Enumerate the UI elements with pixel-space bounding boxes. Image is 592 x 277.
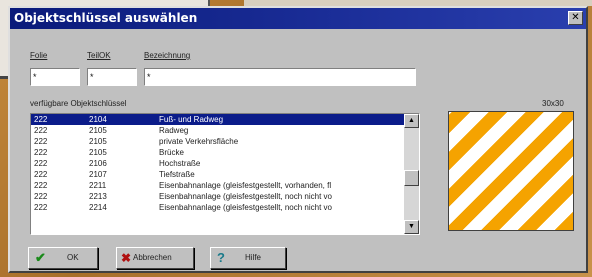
close-button[interactable]: ✕ [568, 11, 583, 25]
ok-button[interactable]: ✔ OK [28, 247, 98, 269]
teilok-input[interactable]: * [87, 68, 137, 86]
teilok-label: TeilOK [87, 51, 111, 60]
list-item[interactable]: 222 2214 Eisenbahnanlage (gleisfestgestell… [31, 202, 404, 213]
list-item[interactable]: 222 2106 Hochstraße [31, 158, 404, 169]
row-bezeichnung: Eisenbahnanlage (gleisfestgestellt, vorh… [159, 181, 332, 190]
row-bezeichnung: Tiefstraße [159, 170, 195, 179]
folie-input[interactable]: * [30, 68, 80, 86]
row-teilok: 2213 [89, 192, 107, 201]
row-bezeichnung: Brücke [159, 148, 184, 157]
object-key-list[interactable]: 222 2104 Fuß- und Radweg 222 2105 Radweg 222 21… [30, 113, 420, 235]
row-bezeichnung: private Verkehrsfläche [159, 137, 239, 146]
row-folie: 222 [34, 137, 48, 146]
list-item[interactable]: 222 2213 Eisenbahnanlage (gleisfestgestell… [31, 191, 404, 202]
row-bezeichnung: Hochstraße [159, 159, 201, 168]
row-folie: 222 [34, 148, 48, 157]
row-bezeichnung: Radweg [159, 126, 189, 135]
cancel-button[interactable]: ✖ Abbrechen [116, 247, 194, 269]
row-teilok: 2107 [89, 170, 107, 179]
help-label: Hilfe [245, 253, 262, 262]
list-item[interactable]: 222 2105 Radweg [31, 125, 404, 136]
row-teilok: 2214 [89, 203, 107, 212]
bezeichnung-input[interactable]: * [144, 68, 416, 86]
row-teilok: 2106 [89, 159, 107, 168]
row-bezeichnung: Eisenbahnanlage (gleisfestgestellt, noch… [159, 203, 332, 212]
row-folie: 222 [34, 181, 48, 190]
folie-label: Folie [30, 51, 48, 60]
dialog-title: Objektschlüssel auswählen [14, 11, 198, 25]
ok-label: OK [67, 253, 79, 262]
available-keys-label: verfügbare Objektschlüssel [30, 99, 127, 108]
row-teilok: 2105 [89, 137, 107, 146]
bezeichnung-label: Bezeichnung [144, 51, 191, 60]
checkmark-icon: ✔ [35, 250, 46, 265]
row-teilok: 2105 [89, 148, 107, 157]
list-item[interactable]: 222 2107 Tiefstraße [31, 169, 404, 180]
list-item[interactable]: 222 2104 Fuß- und Radweg [31, 114, 404, 125]
titlebar[interactable]: Objektschlüssel auswählen ✕ [10, 8, 586, 29]
list-item[interactable]: 222 2105 Brücke [31, 147, 404, 158]
preview-size-label: 30x30 [542, 99, 564, 108]
vertical-scrollbar[interactable]: ▲ ▼ [404, 114, 419, 234]
close-icon: ✕ [571, 12, 580, 23]
scroll-thumb[interactable] [404, 170, 419, 186]
row-folie: 222 [34, 192, 48, 201]
row-folie: 222 [34, 159, 48, 168]
row-folie: 222 [34, 203, 48, 212]
row-folie: 222 [34, 115, 48, 124]
list-item[interactable]: 222 2211 Eisenbahnanlage (gleisfestgestell… [31, 180, 404, 191]
list-item[interactable]: 222 2105 private Verkehrsfläche [31, 136, 404, 147]
help-button[interactable]: ? Hilfe [210, 247, 286, 269]
row-teilok: 2105 [89, 126, 107, 135]
row-folie: 222 [34, 170, 48, 179]
scroll-up-button[interactable]: ▲ [404, 114, 419, 128]
row-teilok: 2211 [89, 181, 107, 190]
row-folie: 222 [34, 126, 48, 135]
scroll-down-button[interactable]: ▼ [404, 220, 419, 234]
question-mark-icon: ? [217, 250, 225, 265]
object-key-dialog: Objektschlüssel auswählen ✕ Folie TeilOK… [8, 6, 588, 273]
row-bezeichnung: Fuß- und Radweg [159, 115, 224, 124]
pattern-preview [448, 111, 574, 231]
x-icon: ✖ [121, 251, 132, 265]
row-bezeichnung: Eisenbahnanlage (gleisfestgestellt, noch… [159, 192, 332, 201]
row-teilok: 2104 [89, 115, 107, 124]
cancel-label: Abbrechen [133, 253, 172, 262]
